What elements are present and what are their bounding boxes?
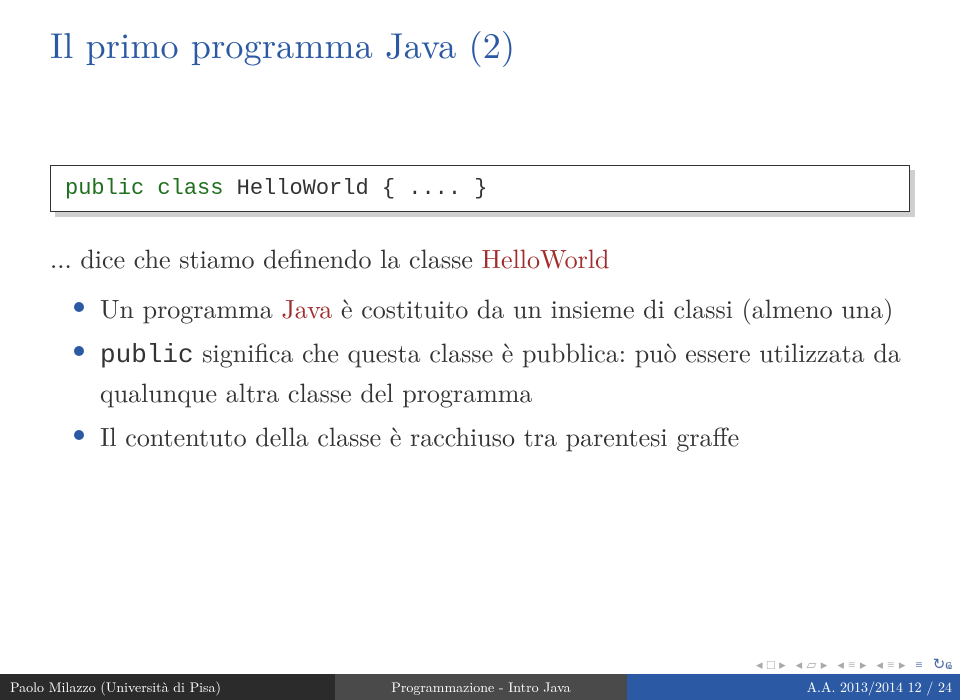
- code-block: public class HelloWorld { .... }: [50, 165, 910, 212]
- intro-ellipsis: ...: [50, 239, 80, 276]
- footer: Paolo Milazzo (Università di Pisa) Progr…: [0, 674, 960, 700]
- bullet0-brand: Java: [281, 289, 332, 326]
- nav-back-icon[interactable]: ◂ ≡ ▸: [837, 654, 866, 673]
- footer-author: Paolo Milazzo (Università di Pisa): [0, 674, 335, 700]
- code-ellipsis: .... }: [395, 176, 487, 201]
- list-item: public significa che questa classe è pub…: [74, 334, 910, 410]
- nav-prev-icon[interactable]: ◂ ▱ ▸: [796, 654, 828, 673]
- bullet-text: Un programma Java è costituito da un ins…: [100, 290, 893, 326]
- code-keyword-class: class: [157, 176, 223, 201]
- bullet0-post: è costituito da un insieme di classi (al…: [332, 289, 893, 326]
- bullet-text: Il contentuto della classe è racchiuso t…: [100, 418, 739, 454]
- intro-text: ... dice che stiamo definendo la classe …: [50, 240, 609, 276]
- slide-title: Il primo programma Java (2): [50, 0, 910, 69]
- bullet2-text: Il contentuto della classe è racchiuso t…: [100, 417, 739, 454]
- bullet0-pre: Un programma: [100, 289, 281, 326]
- bullet1-post: significa che questa classe è pubblica: …: [100, 333, 901, 410]
- bullet1-tt: public: [100, 340, 194, 370]
- content-body: ... dice che stiamo definendo la classe …: [50, 240, 910, 453]
- code-block-content: public class HelloWorld { .... }: [50, 165, 910, 212]
- list-item: Un programma Java è costituito da un ins…: [74, 290, 910, 326]
- intro-part1: dice che stiamo definendo la classe: [80, 239, 481, 276]
- footer-title: Programmazione - Intro Java: [335, 674, 627, 700]
- nav-outline-icon[interactable]: ≡: [915, 654, 922, 673]
- intro-line: ... dice che stiamo definendo la classe …: [50, 240, 910, 276]
- bullet-text: public significa che questa classe è pub…: [100, 334, 910, 410]
- nav-loop-icon[interactable]: ↻ҩ: [933, 653, 952, 674]
- slide: Il primo programma Java (2) public class…: [0, 0, 960, 700]
- bullet-icon: [74, 302, 84, 312]
- intro-classname: HelloWorld: [482, 239, 610, 276]
- nav-first-icon[interactable]: ◂ □ ▸: [756, 654, 786, 673]
- list-item: Il contentuto della classe è racchiuso t…: [74, 418, 910, 454]
- bullet-icon: [74, 430, 84, 440]
- code-rest: HelloWorld {: [223, 176, 395, 201]
- bullet-icon: [74, 346, 84, 356]
- code-keyword-public: public: [65, 176, 144, 201]
- nav-symbols: ◂ □ ▸ ◂ ▱ ▸ ◂ ≡ ▸ ◂ ≡ ▸ ≡ ↻ҩ: [756, 652, 952, 674]
- footer-page: A.A. 2013/2014 12 / 24: [627, 674, 960, 700]
- nav-fwd-icon[interactable]: ◂ ≡ ▸: [876, 654, 905, 673]
- bullet-list: Un programma Java è costituito da un ins…: [74, 290, 910, 454]
